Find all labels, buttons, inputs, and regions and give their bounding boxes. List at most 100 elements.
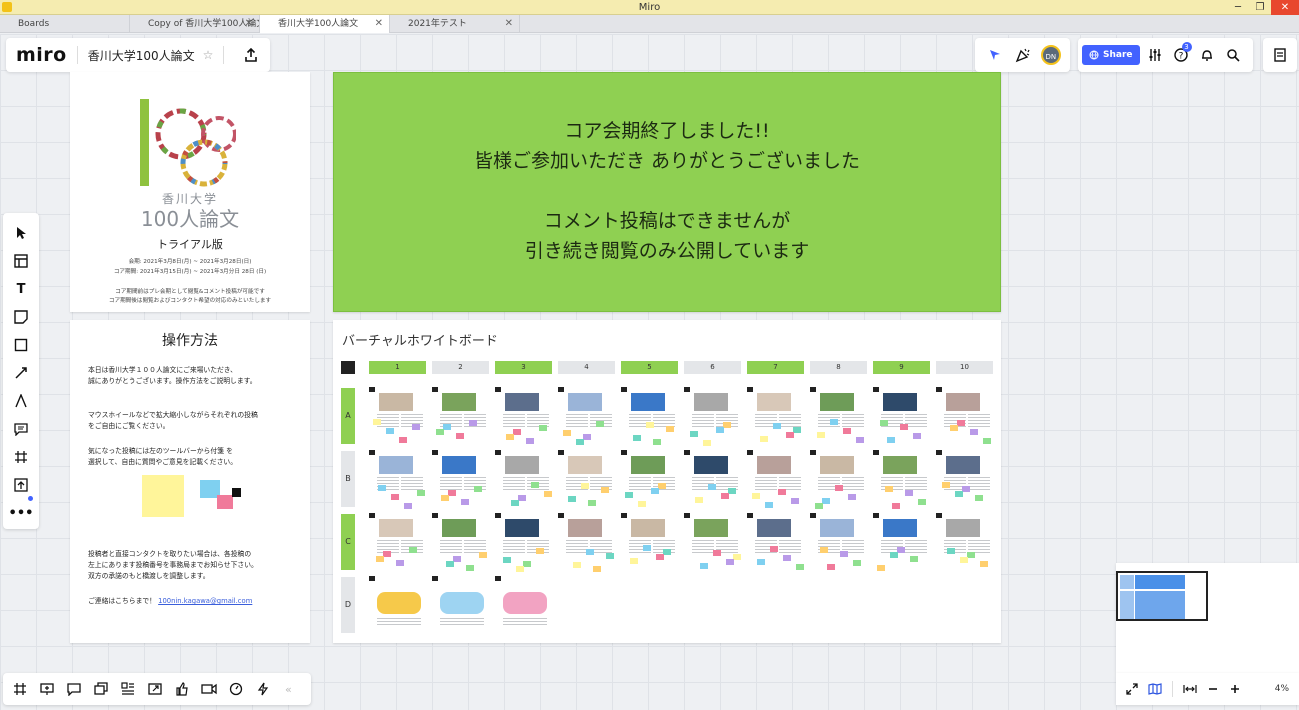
comment-sticky-note[interactable] bbox=[900, 424, 908, 430]
comment-sticky-note[interactable] bbox=[638, 501, 646, 507]
timer-icon[interactable] bbox=[225, 678, 247, 700]
comment-sticky-note[interactable] bbox=[503, 557, 511, 563]
comment-sticky-note[interactable] bbox=[625, 492, 633, 498]
comment-sticky-note[interactable] bbox=[456, 433, 464, 439]
poster-cell[interactable] bbox=[684, 513, 744, 571]
comment-sticky-note[interactable] bbox=[947, 548, 955, 554]
fit-width-icon[interactable] bbox=[1183, 680, 1197, 699]
poster-cell[interactable] bbox=[432, 513, 492, 571]
comment-sticky-note[interactable] bbox=[815, 503, 823, 509]
poster-cell[interactable] bbox=[369, 387, 429, 445]
comment-sticky-note[interactable] bbox=[511, 500, 519, 506]
tab-2021-test[interactable]: 2021年テスト ✕ bbox=[390, 15, 520, 33]
comments-icon[interactable] bbox=[63, 678, 85, 700]
video-icon[interactable] bbox=[198, 678, 220, 700]
shape-tool-icon[interactable] bbox=[10, 335, 32, 355]
poster-cell[interactable] bbox=[747, 450, 807, 508]
bell-icon[interactable] bbox=[1196, 44, 1218, 66]
comment-sticky-note[interactable] bbox=[877, 565, 885, 571]
zoom-level[interactable]: 4% bbox=[1275, 684, 1289, 694]
contact-email-link[interactable]: 100nin.kagawa@gmail.com bbox=[158, 597, 252, 605]
comment-sticky-note[interactable] bbox=[853, 560, 861, 566]
comment-sticky-note[interactable] bbox=[383, 551, 391, 557]
comment-sticky-note[interactable] bbox=[962, 486, 970, 492]
poster-cell[interactable] bbox=[558, 387, 618, 445]
comment-sticky-note[interactable] bbox=[448, 490, 456, 496]
search-icon[interactable] bbox=[1222, 44, 1244, 66]
comment-sticky-note[interactable] bbox=[942, 482, 950, 488]
text-tool-icon[interactable]: T bbox=[10, 279, 32, 299]
comment-sticky-note[interactable] bbox=[474, 486, 482, 492]
comment-sticky-note[interactable] bbox=[576, 439, 584, 445]
share-button[interactable]: Share bbox=[1082, 45, 1140, 65]
comment-sticky-note[interactable] bbox=[716, 427, 724, 433]
comment-sticky-note[interactable] bbox=[840, 551, 848, 557]
comment-sticky-note[interactable] bbox=[653, 439, 661, 445]
comment-sticky-note[interactable] bbox=[765, 502, 773, 508]
comment-sticky-note[interactable] bbox=[586, 549, 594, 555]
comment-sticky-note[interactable] bbox=[918, 499, 926, 505]
close-tab-icon[interactable]: ✕ bbox=[375, 15, 383, 33]
comment-sticky-note[interactable] bbox=[713, 550, 721, 556]
frame-icon[interactable] bbox=[10, 447, 32, 467]
comment-sticky-note[interactable] bbox=[791, 498, 799, 504]
sticky-note-icon[interactable] bbox=[10, 307, 32, 327]
comment-sticky-note[interactable] bbox=[633, 435, 641, 441]
comment-sticky-note[interactable] bbox=[892, 503, 900, 509]
poster-cell[interactable] bbox=[432, 387, 492, 445]
comment-sticky-note[interactable] bbox=[752, 493, 760, 499]
poster-cell[interactable] bbox=[747, 513, 807, 571]
comment-sticky-note[interactable] bbox=[783, 555, 791, 561]
celebrate-icon[interactable] bbox=[1012, 44, 1034, 66]
comment-sticky-note[interactable] bbox=[970, 429, 978, 435]
comment-sticky-note[interactable] bbox=[643, 545, 651, 551]
comment-sticky-note[interactable] bbox=[526, 438, 534, 444]
comment-sticky-note[interactable] bbox=[820, 547, 828, 553]
instructions-frame[interactable]: 操作方法 本日は香川大学１００人論文にご来場いただき、 誠にありがとうございます… bbox=[70, 320, 310, 643]
comment-sticky-note[interactable] bbox=[700, 563, 708, 569]
comment-sticky-note[interactable] bbox=[376, 556, 384, 562]
comment-sticky-note[interactable] bbox=[583, 434, 591, 440]
comment-sticky-note[interactable] bbox=[513, 429, 521, 435]
comment-sticky-note[interactable] bbox=[409, 547, 417, 553]
logo-frame[interactable]: 香川大学 100人論文 トライアル版 会期: 2021年3月8日(月) ~ 20… bbox=[70, 72, 310, 312]
comment-sticky-note[interactable] bbox=[910, 556, 918, 562]
poster-cell[interactable] bbox=[873, 387, 933, 445]
comment-sticky-note[interactable] bbox=[568, 496, 576, 502]
poster-cell[interactable] bbox=[558, 513, 618, 572]
zoom-in-icon[interactable] bbox=[1229, 680, 1241, 699]
comment-sticky-note[interactable] bbox=[516, 566, 524, 572]
poster-cell[interactable] bbox=[432, 450, 492, 508]
select-cursor-icon[interactable] bbox=[10, 223, 32, 243]
tab-current-board[interactable]: 香川大学100人論文 ✕ bbox=[260, 15, 390, 33]
cursor-follow-icon[interactable] bbox=[984, 44, 1006, 66]
poster-cell[interactable] bbox=[621, 387, 681, 445]
comment-sticky-note[interactable] bbox=[658, 483, 666, 489]
comment-sticky-note[interactable] bbox=[573, 562, 581, 568]
presentation-icon[interactable] bbox=[36, 678, 58, 700]
comment-sticky-note[interactable] bbox=[905, 490, 913, 496]
poster-cell[interactable] bbox=[432, 576, 492, 634]
voting-icon[interactable] bbox=[171, 678, 193, 700]
comment-sticky-note[interactable] bbox=[890, 552, 898, 558]
cards-icon[interactable] bbox=[90, 678, 112, 700]
comment-sticky-note[interactable] bbox=[708, 484, 716, 490]
comment-sticky-note[interactable] bbox=[856, 437, 864, 443]
comment-sticky-note[interactable] bbox=[646, 422, 654, 428]
fit-screen-icon[interactable] bbox=[1126, 680, 1138, 699]
poster-cell[interactable] bbox=[495, 387, 555, 445]
comment-sticky-note[interactable] bbox=[630, 558, 638, 564]
poster-cell[interactable] bbox=[747, 387, 807, 445]
minimap-viewport[interactable] bbox=[1116, 571, 1208, 621]
comment-sticky-note[interactable] bbox=[539, 425, 547, 431]
comment-sticky-note[interactable] bbox=[827, 564, 835, 570]
comment-sticky-note[interactable] bbox=[506, 434, 514, 440]
comment-sticky-note[interactable] bbox=[983, 438, 991, 444]
comment-sticky-note[interactable] bbox=[417, 490, 425, 496]
comment-sticky-note[interactable] bbox=[469, 420, 477, 426]
comment-sticky-note[interactable] bbox=[848, 494, 856, 500]
comment-sticky-note[interactable] bbox=[690, 431, 698, 437]
poster-cell[interactable] bbox=[873, 513, 933, 571]
comment-sticky-note[interactable] bbox=[386, 428, 394, 434]
board-name[interactable]: 香川大学100人論文 bbox=[88, 47, 195, 64]
